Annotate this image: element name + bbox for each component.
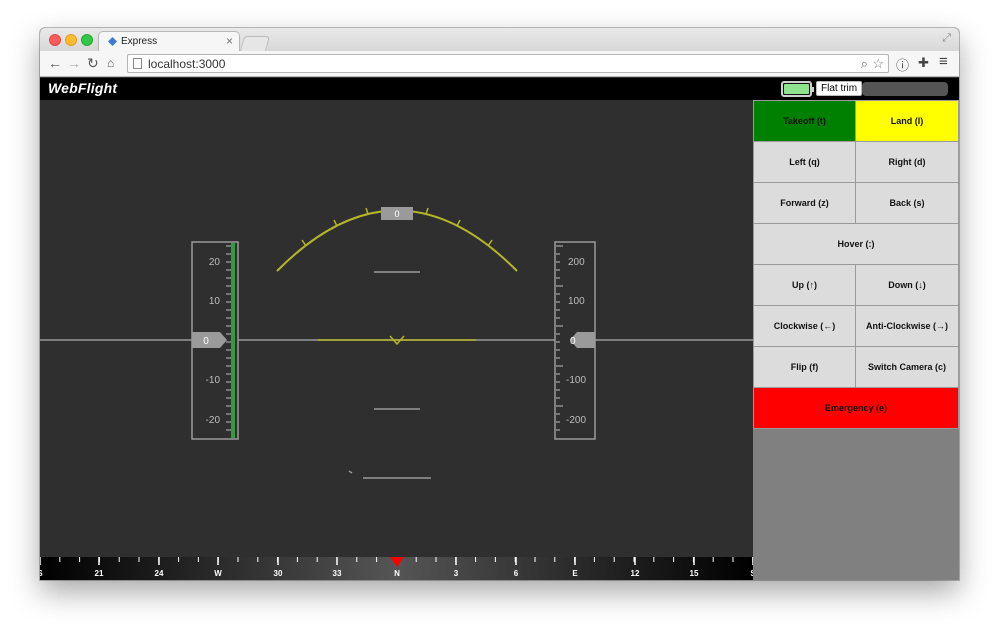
roll-tick [365,207,369,215]
compass-strip: S2124W3033N36E1215S [40,557,756,580]
compass-label: 30 [274,569,283,578]
status-pill [862,82,948,96]
url-text: localhost:3000 [148,57,226,71]
tab-strip: Express × ⤢ [40,28,959,52]
flip-button[interactable]: Flip (f) [753,346,856,388]
takeoff-button[interactable]: Takeoff (t) [753,100,856,142]
extension-icon[interactable]: ✚ [918,55,929,71]
speed-tape-label: -20 [206,415,221,426]
compass-label: E [572,569,578,578]
altitude-tape-label: 100 [568,296,585,307]
speed-readout-box [192,332,227,348]
up-button[interactable]: Up (↑) [753,264,856,306]
roll-tick [487,239,493,247]
close-window-button[interactable] [49,34,61,46]
compass-label: 24 [155,569,164,578]
roll-tick [511,265,518,272]
roll-tick [276,265,283,272]
browser-window: Express × ⤢ ← → ↻ ⌂ localhost:3000 ⌕ ☆ ⓘ… [40,28,959,580]
compass-label: N [394,569,400,578]
roll-tick [301,239,307,247]
compass-label: W [214,569,222,578]
menu-icon[interactable]: ≡ [939,53,948,70]
roll-tick [456,219,461,227]
anticlockwise-button[interactable]: Anti-Clockwise (→) [855,305,959,347]
emergency-button[interactable]: Emergency (e) [753,387,959,429]
forward-button[interactable]: Forward (z) [753,182,856,224]
browser-toolbar: ← → ↻ ⌂ localhost:3000 ⌕ ☆ ⓘ ✚ ≡ [40,51,959,77]
down-button[interactable]: Down (↓) [855,264,959,306]
land-button[interactable]: Land (l) [855,100,959,142]
speed-readout: 0 [203,336,209,347]
flight-hud: 0 20 10 -10 -20 0 200 100 -100 -200 0 [40,100,753,557]
speed-tape-label: 10 [209,296,221,307]
browser-tab[interactable]: Express × [98,31,240,52]
compass-label: 15 [690,569,699,578]
compass-label: 6 [514,569,519,578]
pitch-readout: 0 [394,209,399,219]
compass-label: 3 [454,569,459,578]
new-tab-button[interactable] [239,36,271,51]
compass-label: 21 [95,569,104,578]
clockwise-button[interactable]: Clockwise (←) [753,305,856,347]
page-icon [133,58,142,69]
speed-tape-label: 20 [209,257,221,268]
hover-button[interactable]: Hover (:) [753,223,959,265]
back-icon[interactable]: ← [48,55,62,71]
hud-svg: 0 20 10 -10 -20 0 200 100 -100 -200 0 [40,207,753,479]
roll-tick [333,219,338,227]
app-navbar: WebFlight Flat trim [40,78,959,100]
zoom-window-button[interactable] [81,34,93,46]
brand-logo[interactable]: WebFlight [48,80,117,96]
tab-close-icon[interactable]: × [226,34,233,48]
info-icon[interactable]: ⓘ [896,55,909,74]
reload-icon[interactable]: ↻ [87,55,99,71]
altitude-tape-label: -100 [566,375,586,386]
battery-indicator [781,81,814,97]
altitude-readout: 0 [570,336,576,347]
left-button[interactable]: Left (q) [753,141,856,183]
altitude-tape-label: -200 [566,415,586,426]
fullscreen-icon[interactable]: ⤢ [942,32,951,45]
home-icon[interactable]: ⌂ [107,55,114,71]
roll-tick [425,207,429,215]
back-button[interactable]: Back (s) [855,182,959,224]
control-panel: Takeoff (t) Land (l) Left (q) Right (d) … [753,100,959,580]
zoom-icon[interactable]: ⌕ [861,56,868,72]
star-icon[interactable]: ☆ [872,56,884,72]
right-button[interactable]: Right (d) [855,141,959,183]
forward-icon[interactable]: → [67,55,81,71]
switch-camera-button[interactable]: Switch Camera (c) [855,346,959,388]
flat-trim-button[interactable]: Flat trim [816,81,863,96]
speed-tape-label: -10 [206,375,221,386]
express-favicon-icon [108,37,117,46]
altitude-tape-label: 200 [568,257,585,268]
minimize-window-button[interactable] [65,34,77,46]
compass-label: 12 [631,569,640,578]
address-bar[interactable]: localhost:3000 ⌕ ☆ [127,54,889,73]
tab-title: Express [121,36,158,47]
speed-tape-bar [231,243,235,438]
compass-label: 33 [333,569,342,578]
battery-fill [784,84,809,94]
